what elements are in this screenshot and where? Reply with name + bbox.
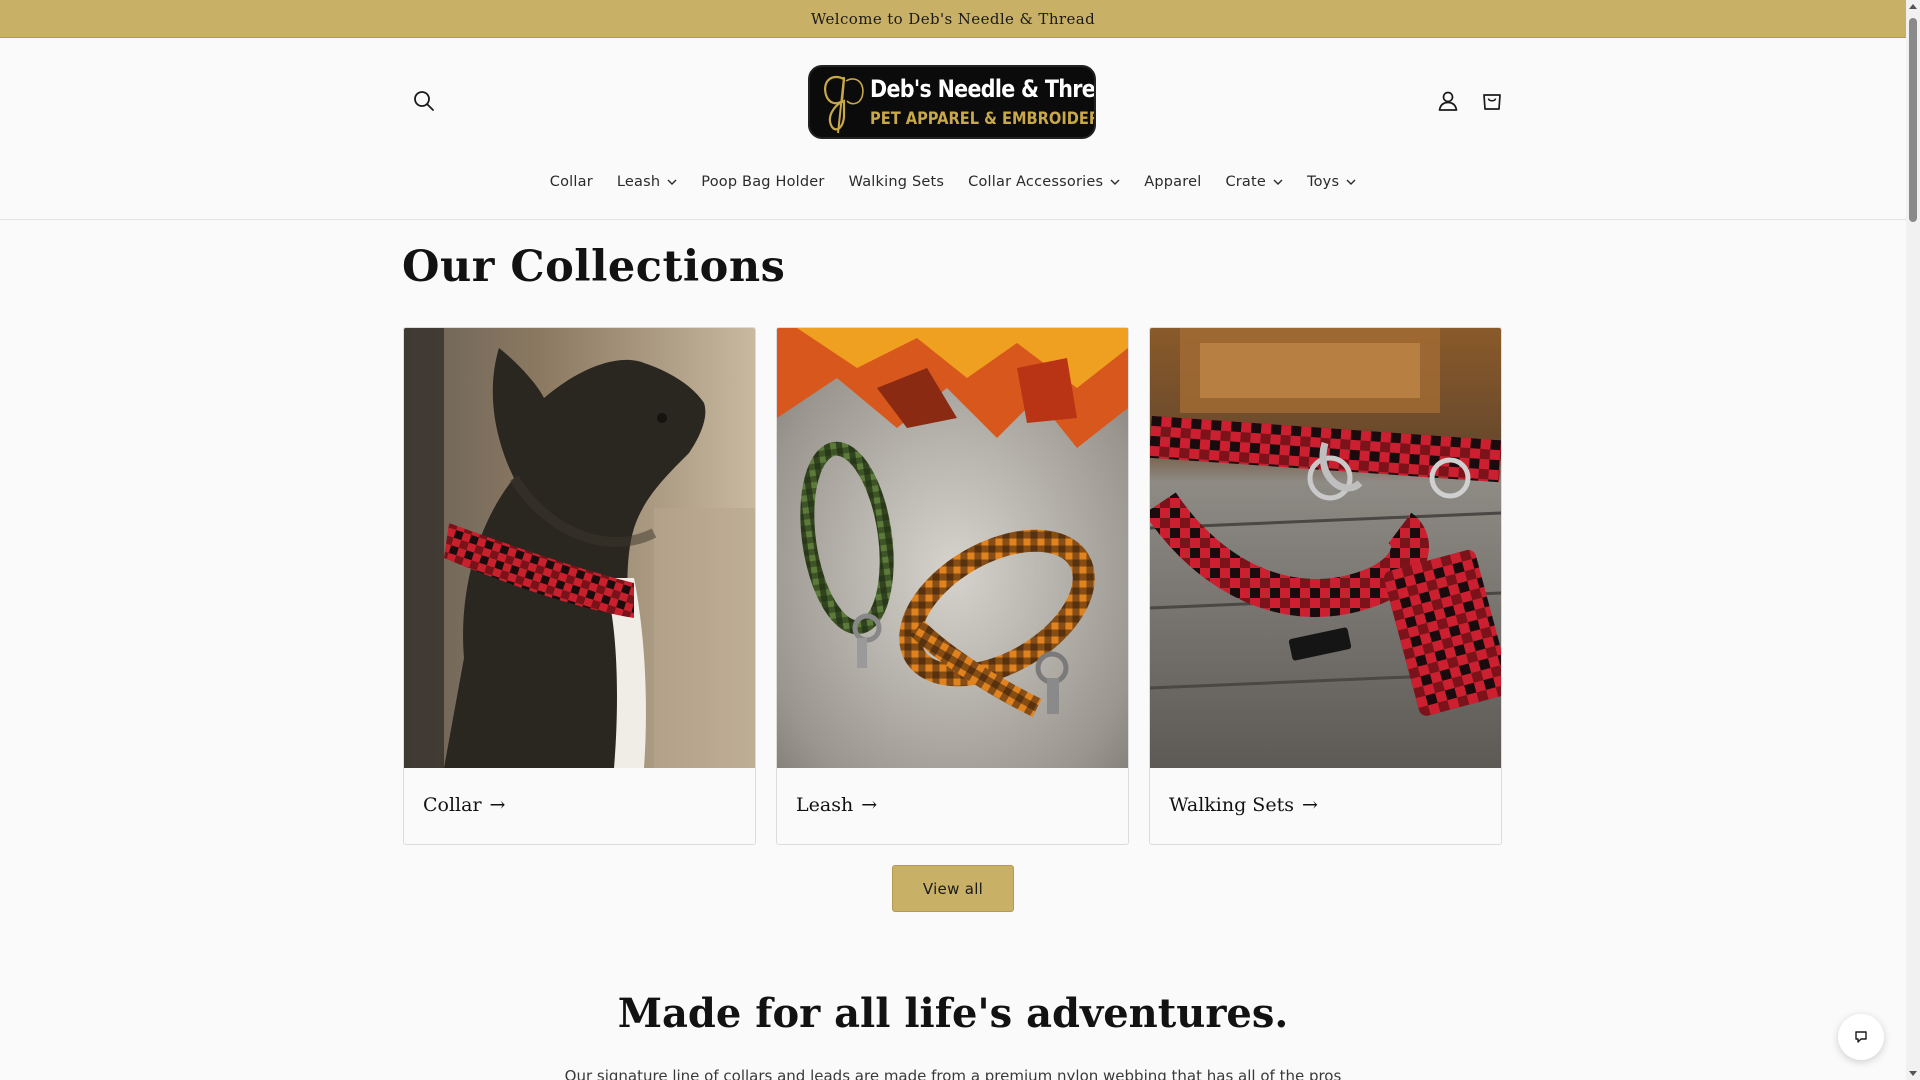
nav-item-collar-accessories[interactable]: Collar Accessories bbox=[956, 174, 1132, 190]
nav-item-label: Toys bbox=[1307, 174, 1340, 190]
announcement-text: Welcome to Deb's Needle & Thread bbox=[810, 9, 1096, 28]
collection-card-label[interactable]: Leash → bbox=[796, 794, 877, 816]
cart-button[interactable] bbox=[1472, 81, 1512, 121]
scroll-up-arrow-icon[interactable] bbox=[1909, 4, 1917, 9]
announcement-bar: Welcome to Deb's Needle & Thread bbox=[0, 0, 1906, 38]
chat-button[interactable] bbox=[1838, 1014, 1884, 1060]
collection-card-label[interactable]: Walking Sets → bbox=[1169, 794, 1318, 816]
search-icon bbox=[414, 91, 434, 111]
nav-item-label: Poop Bag Holder bbox=[701, 174, 825, 190]
collection-card-label[interactable]: Collar → bbox=[423, 794, 505, 816]
nav-item-collar[interactable]: Collar bbox=[538, 174, 605, 190]
leash-collection-image[interactable] bbox=[777, 328, 1128, 768]
collection-card-title: Walking Sets bbox=[1169, 794, 1294, 816]
nav-item-walking-sets[interactable]: Walking Sets bbox=[837, 174, 957, 190]
collections-title: Our Collections bbox=[402, 242, 786, 292]
user-icon bbox=[1438, 91, 1458, 111]
chevron-down-icon bbox=[1273, 179, 1283, 185]
collection-card-walking-sets[interactable]: Walking Sets → bbox=[1149, 327, 1502, 845]
arrow-right-icon: → bbox=[861, 794, 878, 816]
logo-title: Deb's Needle & Thread bbox=[870, 75, 1096, 103]
nav-item-label: Crate bbox=[1225, 174, 1267, 190]
account-button[interactable] bbox=[1428, 81, 1468, 121]
site-header: Deb's Needle & Thread PET APPAREL & EMBR… bbox=[0, 38, 1906, 220]
search-button[interactable] bbox=[404, 81, 444, 121]
arrow-right-icon: → bbox=[1301, 794, 1318, 816]
scroll-down-arrow-icon[interactable] bbox=[1909, 1071, 1917, 1076]
chevron-down-icon bbox=[667, 179, 677, 185]
nav-item-label: Collar Accessories bbox=[968, 174, 1104, 190]
nav-item-leash[interactable]: Leash bbox=[605, 174, 689, 190]
page-scrollbar[interactable] bbox=[1906, 0, 1920, 1080]
promo-title: Made for all life's adventures. bbox=[617, 990, 1289, 1037]
collection-card-title: Collar bbox=[423, 794, 482, 816]
promo-text: Our signature line of collars and leads … bbox=[564, 1067, 1342, 1080]
site-logo[interactable]: Deb's Needle & Thread PET APPAREL & EMBR… bbox=[808, 65, 1096, 139]
collection-card-title: Leash bbox=[796, 794, 854, 816]
nav-item-label: Apparel bbox=[1144, 174, 1202, 190]
nav-item-poop-bag-holder[interactable]: Poop Bag Holder bbox=[689, 174, 836, 190]
walking-sets-collection-image[interactable] bbox=[1150, 328, 1501, 768]
chat-bubble-icon bbox=[1855, 1031, 1867, 1043]
nav-item-toys[interactable]: Toys bbox=[1295, 174, 1368, 190]
main-nav: Collar Leash Poop Bag Holder Walking Set… bbox=[0, 164, 1906, 200]
nav-item-label: Leash bbox=[616, 174, 661, 190]
nav-item-label: Walking Sets bbox=[848, 174, 945, 190]
collection-card-leash[interactable]: Leash → bbox=[776, 327, 1129, 845]
chevron-down-icon bbox=[1110, 179, 1120, 185]
collar-collection-image[interactable] bbox=[404, 328, 755, 768]
arrow-right-icon: → bbox=[489, 794, 506, 816]
nav-item-apparel[interactable]: Apparel bbox=[1132, 174, 1213, 190]
logo-subtitle: PET APPAREL & EMBROIDERY bbox=[870, 109, 1096, 129]
butterfly-logo-icon bbox=[824, 75, 864, 134]
chevron-down-icon bbox=[1346, 179, 1356, 185]
view-all-button[interactable]: View all bbox=[892, 865, 1014, 912]
nav-item-crate[interactable]: Crate bbox=[1213, 174, 1295, 190]
collection-card-collar[interactable]: Collar → bbox=[403, 327, 756, 845]
nav-item-label: Collar bbox=[549, 174, 593, 190]
cart-icon bbox=[1483, 94, 1501, 110]
scrollbar-thumb[interactable] bbox=[1909, 18, 1917, 222]
